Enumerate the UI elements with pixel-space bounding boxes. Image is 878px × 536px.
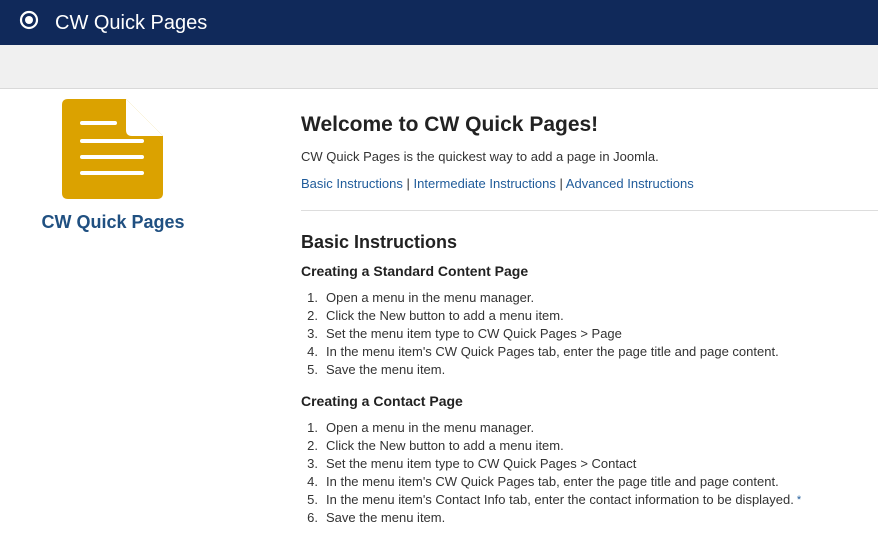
contact-page-steps: 1. Open a menu in the menu manager. 2. Cli… (301, 419, 801, 527)
app-title: CW Quick Pages (55, 12, 208, 34)
standard-page-heading: Creating a Standard Content Page (301, 263, 529, 279)
list-item: 6. Save the menu item. (307, 510, 446, 525)
list-item: 5. In the menu item's Contact Info tab, e… (307, 492, 802, 507)
link-separator: | (559, 176, 563, 191)
sidebar-title: CW Quick Pages (41, 212, 185, 232)
list-item: 4. In the menu item's CW Quick Pages tab,… (307, 344, 779, 359)
list-item: 3. Set the menu item type to CW Quick Pag… (307, 326, 622, 341)
standard-page-steps: 1. Open a menu in the menu manager. 2. Cli… (301, 289, 779, 379)
intermediate-instructions-link[interactable]: Intermediate Instructions (414, 176, 556, 191)
instructions-nav: Basic Instructions | Intermediate Instru… (301, 176, 694, 191)
divider (301, 210, 878, 211)
list-item: 1. Open a menu in the menu manager. (307, 290, 535, 305)
section-heading: Basic Instructions (301, 232, 458, 252)
link-separator: | (406, 176, 410, 191)
sidebar: CW Quick Pages (0, 89, 226, 536)
top-header-bar: CW Quick Pages (0, 0, 878, 45)
contact-page-heading: Creating a Contact Page (301, 393, 463, 409)
advanced-instructions-link[interactable]: Advanced Instructions (566, 176, 694, 191)
radio-target-icon[interactable] (19, 10, 39, 30)
list-item: 4. In the menu item's CW Quick Pages tab,… (307, 474, 779, 489)
page-title: Welcome to CW Quick Pages! (301, 113, 599, 136)
list-item: 3. Set the menu item type to CW Quick Pag… (307, 456, 637, 471)
list-item: 2. Click the New button to add a menu ite… (307, 438, 564, 453)
list-item: 1. Open a menu in the menu manager. (307, 420, 535, 435)
document-icon (62, 99, 163, 199)
list-item: 2. Click the New button to add a menu ite… (307, 308, 564, 323)
intro-text: CW Quick Pages is the quickest way to ad… (301, 149, 659, 164)
list-item: 5. Save the menu item. (307, 362, 446, 377)
basic-instructions-link[interactable]: Basic Instructions (301, 176, 403, 191)
footnote-marker[interactable]: * (797, 494, 801, 506)
toolbar (0, 45, 878, 89)
